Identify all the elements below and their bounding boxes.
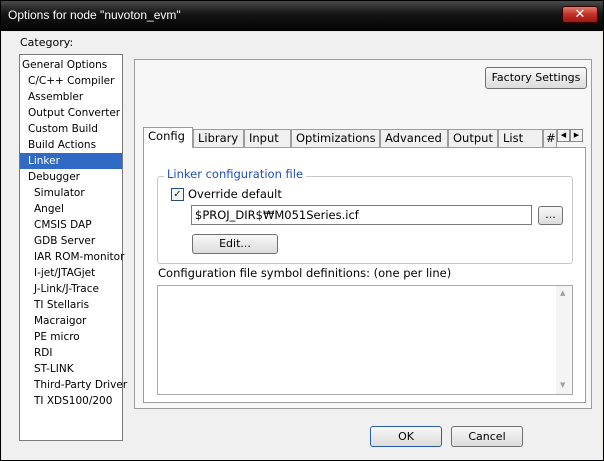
category-label: Category:: [20, 36, 74, 49]
tab-label: Output: [453, 131, 493, 145]
tab-label: List: [503, 131, 524, 145]
scroll-down-icon[interactable]: ▼: [560, 381, 565, 389]
category-item[interactable]: General Options: [20, 57, 122, 73]
override-default-label: Override default: [188, 187, 282, 201]
tab-label: Optimizations: [296, 131, 376, 145]
cancel-button[interactable]: Cancel: [451, 426, 523, 447]
category-list[interactable]: General Options C/C++ Compiler Assembler Ou…: [19, 54, 127, 441]
symbol-definitions-textarea[interactable]: ▲ ▼: [157, 285, 573, 395]
tab-label: Config: [148, 129, 185, 143]
category-item[interactable]: IAR ROM-monitor: [20, 249, 124, 265]
options-dialog: Options for node "nuvoton_evm" ✕ Categor…: [0, 0, 604, 461]
linker-config-group-title: Linker configuration file: [164, 167, 307, 181]
close-icon: ✕: [574, 7, 586, 22]
category-item[interactable]: Angel: [20, 201, 122, 217]
tab-scroll-left-button[interactable]: ◀: [557, 129, 570, 142]
tab-input[interactable]: Input: [244, 129, 291, 147]
ok-button[interactable]: OK: [370, 426, 442, 447]
tab-scroll-right-button[interactable]: ▶: [570, 129, 583, 142]
tab-list[interactable]: List: [498, 129, 543, 147]
window-title: Options for node "nuvoton_evm": [8, 8, 181, 22]
tab-label: Input: [249, 131, 279, 145]
category-item[interactable]: Assembler: [20, 89, 122, 105]
category-item[interactable]: RDI: [20, 345, 122, 361]
category-item[interactable]: GDB Server: [20, 233, 122, 249]
checkmark-icon: ✓: [173, 189, 182, 200]
category-item[interactable]: PE micro: [20, 329, 122, 345]
factory-settings-button[interactable]: Factory Settings: [485, 67, 587, 89]
tab-advanced[interactable]: Advanced: [380, 129, 448, 147]
category-item[interactable]: Third-Party Driver: [20, 377, 127, 393]
category-item[interactable]: Build Actions: [20, 137, 122, 153]
tab-label: #: [546, 131, 556, 145]
title-bar[interactable]: Options for node "nuvoton_evm" ✕: [1, 1, 603, 31]
category-item[interactable]: TI XDS100/200: [20, 393, 122, 409]
category-item[interactable]: Simulator: [20, 185, 122, 201]
category-item[interactable]: Debugger: [20, 169, 122, 185]
edit-button[interactable]: Edit...: [192, 234, 278, 254]
symbol-definitions-scrollbar[interactable]: ▲ ▼: [556, 286, 572, 394]
tab-optimizations[interactable]: Optimizations: [291, 129, 380, 147]
scroll-up-icon[interactable]: ▲: [560, 289, 565, 297]
tab-label: Library: [198, 131, 239, 145]
tab-strip: Config Library Input Optimizations Advan…: [143, 127, 583, 148]
category-item[interactable]: Output Converter: [20, 105, 122, 121]
category-item[interactable]: CMSIS DAP: [20, 217, 122, 233]
close-button[interactable]: ✕: [562, 6, 598, 23]
tab-label: Advanced: [385, 131, 442, 145]
tab-more[interactable]: #: [543, 129, 557, 147]
category-item[interactable]: J-Link/J-Trace: [20, 281, 122, 297]
tab-library[interactable]: Library: [193, 129, 244, 147]
config-file-path-input[interactable]: $PROJ_DIR$₩M051Series.icf: [191, 205, 532, 225]
category-item[interactable]: TI Stellaris: [20, 297, 122, 313]
tab-output[interactable]: Output: [448, 129, 498, 147]
browse-button[interactable]: ...: [538, 206, 563, 225]
arrow-right-icon: ▶: [573, 131, 580, 139]
override-default-checkbox[interactable]: ✓: [171, 188, 184, 201]
category-item[interactable]: C/C++ Compiler: [20, 73, 122, 89]
category-item[interactable]: ST-LINK: [20, 361, 122, 377]
category-item[interactable]: Custom Build: [20, 121, 122, 137]
category-item[interactable]: Linker: [20, 153, 122, 169]
category-item[interactable]: Macraigor: [20, 313, 122, 329]
arrow-left-icon: ◀: [560, 131, 567, 139]
category-item[interactable]: I-jet/JTAGjet: [20, 265, 122, 281]
tab-config[interactable]: Config: [143, 127, 193, 148]
symbol-definitions-label: Configuration file symbol definitions: (…: [158, 266, 452, 280]
